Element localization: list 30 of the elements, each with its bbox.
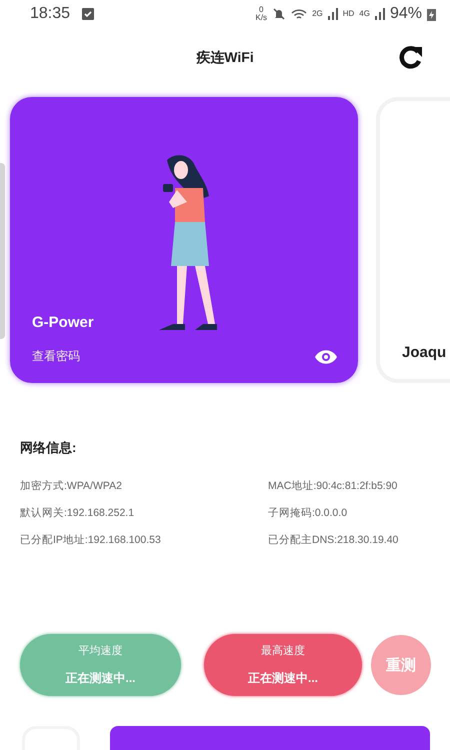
network-info-text: MAC地址:90:4c:81:2f:b5:90 — [268, 479, 398, 493]
network-info-text: 默认网关:192.168.252.1 — [20, 506, 136, 520]
signal-icon — [328, 8, 338, 20]
wifi-card[interactable]: G-Power 查看密码 — [10, 97, 358, 383]
network-info-text: 已分配IP地址:192.168.100.53 — [20, 533, 162, 547]
sim-network-type: 4G — [359, 10, 370, 18]
view-password-link[interactable]: 查看密码 — [32, 348, 80, 365]
hd-indicator: HD — [342, 10, 354, 18]
wifi-name: Joaqu — [402, 344, 448, 361]
mute-icon — [272, 7, 286, 21]
network-speed-value: 0 — [259, 6, 264, 14]
status-time: 18:35 — [30, 5, 70, 23]
wifi-icon — [291, 8, 308, 20]
app-title: 疾连WiFi — [196, 49, 254, 67]
signal-icon — [374, 8, 385, 20]
wifi-card[interactable]: Joaqu — [376, 97, 450, 383]
network-speed-unit: K/s — [256, 14, 268, 22]
network-info-text: 加密方式:WPA/WPA2 — [20, 479, 123, 493]
network-info-text: 子网掩码:0.0.0.0 — [268, 506, 348, 520]
wifi-name: G-Power — [32, 314, 95, 331]
checkbox-notification-icon — [82, 8, 94, 20]
speed-indicator: 最高速度 正在测速中... — [204, 634, 362, 696]
speed-indicator: 平均速度 正在测速中... — [20, 634, 181, 696]
network-info-text: 已分配主DNS:218.30.19.40 — [268, 533, 400, 547]
battery-percent: 94% — [390, 5, 422, 23]
eye-icon[interactable] — [314, 348, 338, 364]
sim-network-type: 2G — [312, 10, 323, 18]
refresh-icon[interactable] — [398, 45, 424, 69]
section-title: 网络信息: — [20, 439, 78, 457]
battery-charging-icon — [427, 8, 436, 20]
